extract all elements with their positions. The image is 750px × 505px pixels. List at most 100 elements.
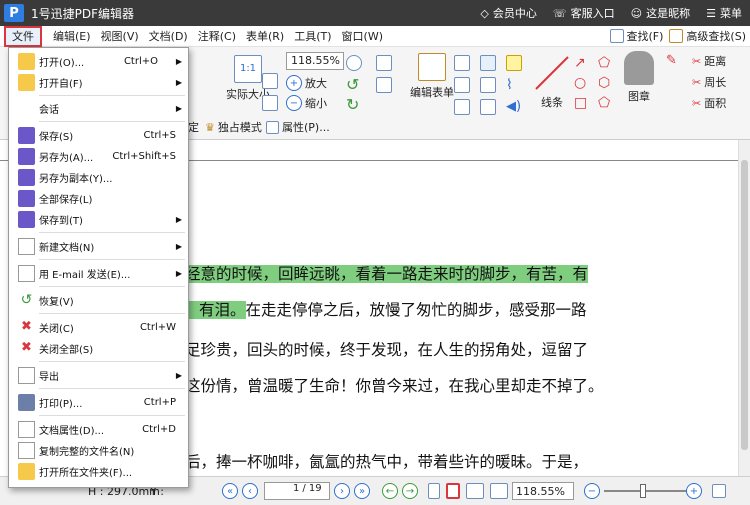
slider-handle[interactable] bbox=[640, 484, 646, 498]
perimeter-button[interactable]: ✂ 周长 bbox=[692, 74, 726, 90]
email-icon bbox=[18, 265, 35, 282]
member-center-button[interactable]: ◇ 会员中心 bbox=[480, 5, 536, 21]
speaker-icon: ◀) bbox=[506, 99, 522, 114]
typewriter-button[interactable] bbox=[480, 55, 496, 71]
sound-button[interactable]: ◀) bbox=[506, 99, 521, 114]
zoom-out-button[interactable]: − 缩小 bbox=[286, 95, 327, 111]
menu-session[interactable]: 会话 ▶ bbox=[9, 98, 188, 119]
menu-close[interactable]: ✖ 关闭(C) Ctrl+W bbox=[9, 317, 188, 338]
zoom-in-button[interactable]: + 放大 bbox=[286, 75, 327, 91]
menu-save[interactable]: 保存(S) Ctrl+S bbox=[9, 125, 188, 146]
menu-save-all[interactable]: 全部保存(L) bbox=[9, 188, 188, 209]
rectangle-tool-button[interactable]: □ bbox=[574, 95, 587, 111]
marquee-zoom-button[interactable] bbox=[262, 73, 278, 89]
menu-view[interactable]: 视图(V) bbox=[96, 26, 144, 47]
line-tool-button[interactable]: 线条 bbox=[534, 55, 570, 110]
arrow-icon: ↗ bbox=[574, 55, 586, 71]
menu-save-copy[interactable]: 另存为副本(Y)... bbox=[9, 167, 188, 188]
scroll-thumb[interactable] bbox=[741, 160, 748, 450]
status-zoom-select[interactable]: 118.55% bbox=[512, 482, 574, 500]
note-button[interactable] bbox=[506, 55, 522, 71]
text-field-button[interactable] bbox=[454, 55, 470, 71]
page-number-field[interactable]: 1/ 19 bbox=[264, 482, 330, 500]
file-dropdown-menu: 打开(O)... Ctrl+O ▶ 打开自(F) ▶ 会话 ▶ 保存(S) Ctrl+S … bbox=[8, 47, 189, 488]
menu-comment[interactable]: 注释(C) bbox=[193, 26, 241, 47]
menu-print[interactable]: 打印(P)... Ctrl+P bbox=[9, 392, 188, 413]
rotate-left-button[interactable]: ↺ bbox=[346, 75, 359, 94]
menu-open[interactable]: 打开(O)... Ctrl+O ▶ bbox=[9, 51, 188, 72]
facing-page-button[interactable] bbox=[466, 482, 484, 500]
stamp-button[interactable]: 图章 bbox=[624, 51, 654, 104]
document-properties-icon bbox=[18, 421, 35, 438]
advanced-find-button[interactable]: 高级查找(S) bbox=[669, 28, 746, 44]
menu-email[interactable]: 用 E-mail 发送(E)... ▶ bbox=[9, 263, 188, 284]
menu-file[interactable]: 文件 bbox=[4, 25, 42, 47]
callout-button[interactable] bbox=[454, 99, 470, 115]
fit-page-button[interactable] bbox=[262, 95, 278, 111]
vertical-scrollbar[interactable] bbox=[738, 140, 750, 476]
find-button[interactable]: 查找(F) bbox=[609, 28, 663, 44]
menu-close-all[interactable]: ✖ 关闭全部(S) bbox=[9, 338, 188, 359]
back-button[interactable]: ← bbox=[382, 482, 398, 500]
text-box-button[interactable] bbox=[454, 77, 470, 93]
strikeout-icon bbox=[480, 77, 496, 93]
menu-revert[interactable]: ↺ 恢复(V) bbox=[9, 290, 188, 311]
eraser-button[interactable]: ✎ bbox=[666, 53, 677, 68]
edit-object-button[interactable] bbox=[376, 77, 392, 93]
status-zoom-out-button[interactable]: − bbox=[584, 482, 600, 500]
strikeout-button[interactable] bbox=[480, 77, 496, 93]
underline-button[interactable] bbox=[480, 99, 496, 115]
attachment-button[interactable]: ⌇ bbox=[506, 77, 513, 93]
menu-tools[interactable]: 工具(T) bbox=[289, 26, 336, 47]
prev-page-button[interactable]: ‹ bbox=[242, 482, 258, 500]
polygon-tool-button[interactable]: ⬠ bbox=[598, 55, 610, 71]
rotate-left-icon: ↺ bbox=[346, 75, 360, 94]
zoom-out-icon: − bbox=[286, 95, 302, 111]
menu-window[interactable]: 窗口(W) bbox=[337, 26, 388, 47]
menu-open-folder[interactable]: 打开所在文件夹(F)... bbox=[9, 461, 188, 482]
fullscreen-button[interactable] bbox=[712, 482, 726, 500]
menu-save-to[interactable]: 保存到(T) ▶ bbox=[9, 209, 188, 230]
menu-new-document[interactable]: 新建文档(N) ▶ bbox=[9, 236, 188, 257]
menu-form[interactable]: 表单(R) bbox=[241, 26, 289, 47]
folder-icon bbox=[18, 463, 35, 480]
single-page-button[interactable] bbox=[428, 482, 440, 500]
properties-button[interactable]: 属性(P)... bbox=[266, 119, 330, 135]
last-page-button[interactable]: » bbox=[354, 482, 370, 500]
edit-form-button[interactable]: 编辑表单 bbox=[410, 53, 454, 100]
menu-open-from[interactable]: 打开自(F) ▶ bbox=[9, 72, 188, 93]
distance-button[interactable]: ✂ 距离 bbox=[692, 53, 726, 69]
area-button[interactable]: ✂ 面积 bbox=[692, 95, 726, 111]
menu-doc-properties[interactable]: 文档属性(D)... Ctrl+D bbox=[9, 419, 188, 440]
next-page-button[interactable]: › bbox=[334, 482, 350, 500]
app-logo: P bbox=[4, 4, 24, 22]
save-to-icon bbox=[18, 211, 35, 228]
polyline-tool-button[interactable]: ⬠ bbox=[598, 95, 610, 111]
continuous-page-button[interactable] bbox=[446, 482, 460, 500]
menu-save-as[interactable]: 另存为(A)... Ctrl+Shift+S bbox=[9, 146, 188, 167]
zoom-tool-button[interactable] bbox=[346, 55, 362, 71]
rotate-right-button[interactable]: ↻ bbox=[346, 95, 359, 114]
zoom-select[interactable]: 118.55% bbox=[286, 52, 344, 70]
cloud-tool-button[interactable]: ⬡ bbox=[598, 75, 610, 91]
menu-document[interactable]: 文档(D) bbox=[144, 26, 193, 47]
forward-button[interactable]: → bbox=[402, 482, 418, 500]
doc-line-2: 有泪。在走走停停之后，放慢了匆忙的脚步，感受那一路 bbox=[185, 298, 587, 320]
menu-edit[interactable]: 编辑(E) bbox=[48, 26, 96, 47]
fixed-button[interactable]: 定 bbox=[188, 119, 199, 135]
continuous-facing-button[interactable] bbox=[490, 482, 508, 500]
status-zoom-in-button[interactable]: + bbox=[686, 482, 702, 500]
zoom-slider[interactable] bbox=[604, 482, 686, 500]
exclusive-mode-button[interactable]: ♛ 独占模式 bbox=[205, 119, 262, 135]
service-button[interactable]: ☏ 客服入口 bbox=[553, 5, 615, 21]
user-button[interactable]: ☺ 这是昵称 bbox=[631, 5, 690, 21]
ellipse-tool-button[interactable]: ○ bbox=[574, 75, 586, 91]
menu-button[interactable]: ☰ 菜单 bbox=[706, 5, 742, 21]
polyline-icon: ⬠ bbox=[598, 95, 611, 111]
menu-export[interactable]: 导出 ▶ bbox=[9, 365, 188, 386]
first-page-button[interactable]: « bbox=[222, 482, 238, 500]
menu-copy-filename[interactable]: 复制完整的文件名(N) bbox=[9, 440, 188, 461]
edit-text-button[interactable] bbox=[376, 55, 392, 71]
arrow-tool-button[interactable]: ↗ bbox=[574, 55, 586, 71]
fullscreen-icon bbox=[712, 484, 726, 498]
